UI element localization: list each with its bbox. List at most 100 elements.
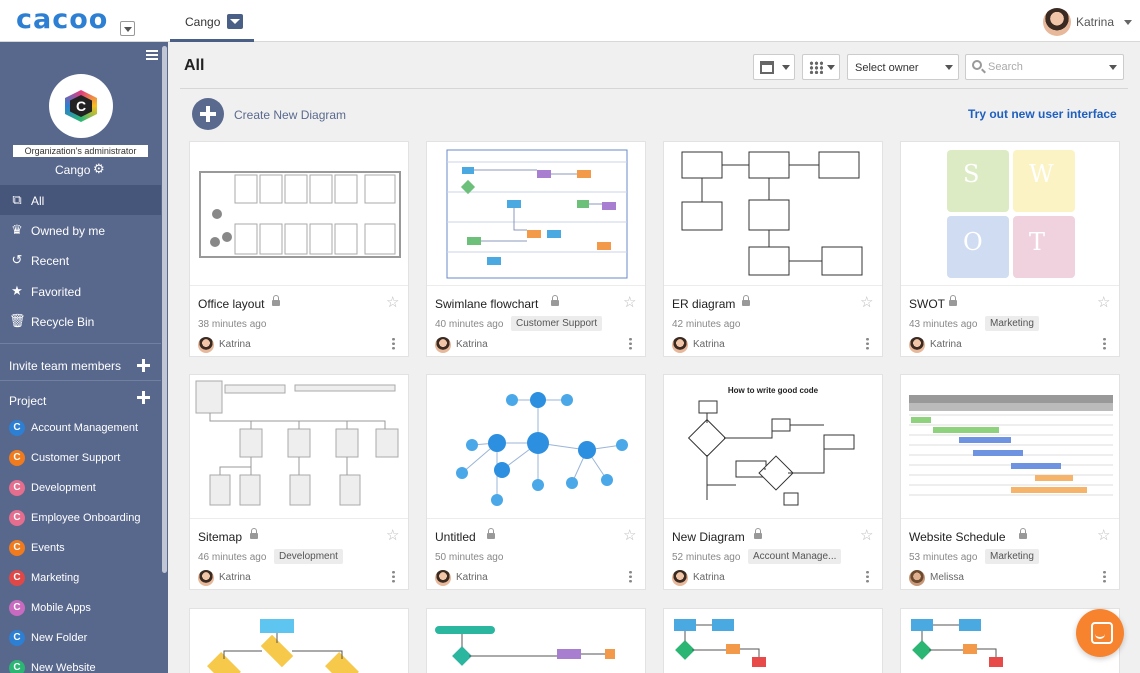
avatar bbox=[672, 337, 688, 353]
more-options-icon[interactable] bbox=[629, 570, 632, 583]
diagram-card[interactable] bbox=[189, 608, 409, 673]
cacoo-logo[interactable]: cacoo bbox=[16, 4, 108, 35]
hamburger-menu-icon[interactable] bbox=[146, 50, 158, 60]
diagram-updated-time: 43 minutes ago bbox=[909, 319, 978, 330]
project-tag[interactable]: Customer Support bbox=[511, 316, 603, 331]
diagram-thumbnail[interactable] bbox=[190, 609, 408, 673]
chevron-down-icon[interactable] bbox=[227, 14, 243, 29]
sidebar-item-favorited[interactable]: ★ Favorited bbox=[0, 276, 161, 306]
avatar bbox=[198, 570, 214, 586]
sidebar-item-recycle-bin[interactable]: 🗑 Recycle Bin bbox=[0, 306, 161, 336]
org-avatar[interactable]: C bbox=[49, 74, 113, 138]
try-new-ui-link[interactable]: Try out new user interface bbox=[968, 107, 1117, 121]
user-menu[interactable]: Katrina bbox=[1043, 8, 1133, 36]
sidebar-project-item[interactable]: C Mobile Apps bbox=[0, 593, 161, 623]
diagram-title[interactable]: Untitled bbox=[435, 530, 476, 544]
diagram-thumbnail[interactable] bbox=[190, 142, 408, 286]
gantt-thumbnail bbox=[909, 395, 1113, 496]
project-tag[interactable]: Development bbox=[274, 549, 343, 564]
more-options-icon[interactable] bbox=[866, 337, 869, 350]
org-tab[interactable]: Cango bbox=[170, 0, 254, 42]
more-options-icon[interactable] bbox=[629, 337, 632, 350]
search-box[interactable] bbox=[965, 54, 1124, 80]
sidebar-project-item[interactable]: C Development bbox=[0, 473, 161, 503]
diagram-title[interactable]: SWOT bbox=[909, 297, 945, 311]
chat-support-button[interactable] bbox=[1076, 609, 1124, 657]
sidebar-project-item[interactable]: C Employee Onboarding bbox=[0, 503, 161, 533]
plus-icon[interactable] bbox=[137, 359, 150, 372]
favorite-star-icon[interactable]: ☆ bbox=[860, 526, 873, 544]
diagram-thumbnail[interactable] bbox=[427, 142, 645, 286]
diagram-card[interactable]: Swimlane flowchart ☆ 40 minutes ago Custome… bbox=[426, 141, 646, 357]
favorite-star-icon[interactable]: ☆ bbox=[860, 293, 873, 311]
invite-team-members[interactable]: Invite team members bbox=[9, 359, 121, 373]
chevron-down-icon[interactable] bbox=[1109, 65, 1117, 70]
gear-icon[interactable]: ⚙ bbox=[93, 161, 105, 177]
project-tag[interactable]: Marketing bbox=[985, 316, 1039, 331]
sidebar-project-item[interactable]: C Marketing bbox=[0, 563, 161, 593]
diagram-thumbnail[interactable] bbox=[427, 375, 645, 519]
sidebar-project-item[interactable]: C Account Management bbox=[0, 413, 161, 443]
swot-letter: W bbox=[1029, 160, 1054, 188]
diagram-title[interactable]: ER diagram bbox=[672, 297, 735, 311]
diagram-card[interactable]: Website Schedule ☆ 53 minutes ago Marketing… bbox=[900, 374, 1120, 590]
app-menu-dropdown-button[interactable] bbox=[120, 21, 135, 36]
diagram-title[interactable]: New Diagram bbox=[672, 530, 745, 544]
sort-by-date-button[interactable] bbox=[753, 54, 795, 80]
diagram-title[interactable]: Sitemap bbox=[198, 530, 242, 544]
diagram-thumbnail[interactable] bbox=[664, 142, 882, 286]
diagram-card[interactable] bbox=[426, 608, 646, 673]
diagram-card[interactable]: Untitled ☆ 50 minutes ago Katrina bbox=[426, 374, 646, 590]
project-section-label: Project bbox=[9, 394, 47, 408]
sidebar-project-item[interactable]: C New Folder bbox=[0, 623, 161, 653]
more-options-icon[interactable] bbox=[392, 337, 395, 350]
diagram-thumbnail[interactable] bbox=[427, 609, 645, 673]
diagram-card[interactable] bbox=[663, 608, 883, 673]
diagram-card[interactable]: Office layout ☆ 38 minutes ago Katrina bbox=[189, 141, 409, 357]
create-new-diagram-button[interactable]: Create New Diagram bbox=[192, 98, 354, 130]
diagram-updated-time: 46 minutes ago bbox=[198, 552, 267, 563]
sidebar-project-item[interactable]: C Customer Support bbox=[0, 443, 161, 473]
more-options-icon[interactable] bbox=[392, 570, 395, 583]
more-options-icon[interactable] bbox=[866, 570, 869, 583]
diagram-title[interactable]: Website Schedule bbox=[909, 530, 1006, 544]
project-tag[interactable]: Marketing bbox=[985, 549, 1039, 564]
diagram-thumbnail[interactable] bbox=[190, 375, 408, 519]
diagram-thumbnail[interactable]: How to write good code bbox=[664, 375, 882, 519]
grid-view-button[interactable] bbox=[802, 54, 840, 80]
diagram-thumbnail[interactable] bbox=[664, 609, 882, 673]
diagram-title[interactable]: Office layout bbox=[198, 297, 264, 311]
diagram-thumbnail[interactable] bbox=[901, 375, 1119, 519]
diagram-title[interactable]: Swimlane flowchart bbox=[435, 297, 538, 311]
lock-icon bbox=[272, 295, 280, 307]
lock-icon bbox=[742, 295, 750, 307]
favorite-star-icon[interactable]: ☆ bbox=[1097, 293, 1110, 311]
project-tag[interactable]: Account Manage... bbox=[748, 549, 842, 564]
diagram-card[interactable]: How to write good code New Diagram ☆ 52 mi… bbox=[663, 374, 883, 590]
owner-select[interactable]: Select owner bbox=[847, 54, 959, 80]
sidebar-item-owned-by-me[interactable]: ♛ Owned by me bbox=[0, 215, 161, 245]
swot-letter: S bbox=[963, 160, 980, 188]
diagram-card[interactable]: ER diagram ☆ 42 minutes ago Katrina bbox=[663, 141, 883, 357]
avatar bbox=[909, 337, 925, 353]
search-input[interactable] bbox=[988, 58, 1098, 76]
diagram-thumbnail[interactable]: S W O T bbox=[901, 142, 1119, 286]
sidebar-item-recent[interactable]: ↺ Recent bbox=[0, 245, 161, 275]
favorite-star-icon[interactable]: ☆ bbox=[386, 293, 399, 311]
favorite-star-icon[interactable]: ☆ bbox=[1097, 526, 1110, 544]
sidebar-project-item[interactable]: C New Website bbox=[0, 653, 161, 673]
sidebar-item-all[interactable]: ⧉ All bbox=[0, 185, 161, 215]
favorite-star-icon[interactable]: ☆ bbox=[623, 293, 636, 311]
diagram-card[interactable]: S W O T SWOT ☆ 43 minutes ago Marketing Katr… bbox=[900, 141, 1120, 357]
sidebar-project-item[interactable]: C Events bbox=[0, 533, 161, 563]
more-options-icon[interactable] bbox=[1103, 337, 1106, 350]
favorite-star-icon[interactable]: ☆ bbox=[386, 526, 399, 544]
org-tab-label: Cango bbox=[185, 15, 221, 29]
sidebar-scrollbar[interactable] bbox=[162, 46, 167, 573]
add-project-plus-icon[interactable] bbox=[137, 391, 150, 404]
diagram-card[interactable]: Sitemap ☆ 46 minutes ago Development Katrina bbox=[189, 374, 409, 590]
favorite-star-icon[interactable]: ☆ bbox=[623, 526, 636, 544]
more-options-icon[interactable] bbox=[1103, 570, 1106, 583]
sidebar-item-label: Recycle Bin bbox=[31, 315, 95, 329]
diagram-updated-time: 38 minutes ago bbox=[198, 319, 267, 330]
